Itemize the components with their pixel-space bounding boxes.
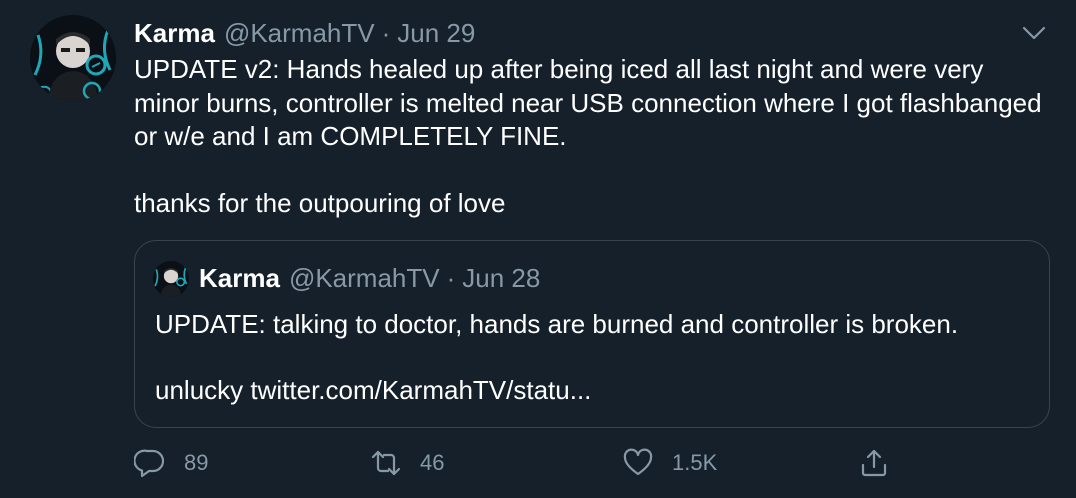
- quoted-tweet-date: Jun 28: [462, 262, 541, 293]
- tweet-text: UPDATE v2: Hands healed up after being i…: [134, 54, 1042, 218]
- like-button[interactable]: 1.5K: [622, 445, 717, 481]
- like-count: 1.5K: [672, 450, 718, 475]
- tweet-header: Karma @KarmahTV · Jun 29: [134, 17, 475, 49]
- quoted-avatar-image: [153, 261, 189, 297]
- share-button[interactable]: [858, 445, 890, 481]
- quoted-tweet-text: UPDATE: talking to doctor, hands are bur…: [155, 309, 959, 339]
- reply-count: 89: [184, 450, 209, 475]
- retweet-icon: [371, 450, 401, 476]
- quoted-tweet-link[interactable]: twitter.com/KarmahTV/statu...: [250, 375, 591, 405]
- retweet-count: 46: [420, 450, 445, 475]
- share-icon: [861, 449, 887, 477]
- quoted-author-handle: @KarmahTV: [288, 262, 440, 293]
- author-handle[interactable]: @KarmahTV: [224, 18, 375, 49]
- quoted-tweet-link-line: unlucky twitter.com/KarmahTV/statu...: [155, 374, 591, 407]
- quoted-header-separator: ·: [446, 262, 456, 293]
- reply-icon: [134, 449, 165, 478]
- quoted-tweet-header: Karma @KarmahTV · Jun 28: [199, 262, 540, 294]
- reply-button[interactable]: 89: [134, 445, 208, 481]
- quoted-link-prefix: unlucky: [155, 375, 251, 405]
- avatar-image: [30, 15, 116, 101]
- tweet-actions: 89 46 1.5K: [134, 445, 1034, 481]
- retweet-button[interactable]: 46: [370, 445, 444, 481]
- tweet-date[interactable]: Jun 29: [397, 18, 475, 49]
- quoted-author-avatar: [153, 261, 189, 297]
- chevron-down-icon[interactable]: [1022, 24, 1046, 42]
- quoted-author-name: Karma: [199, 262, 280, 293]
- quoted-tweet[interactable]: Karma @KarmahTV · Jun 28 UPDATE: talking…: [134, 240, 1050, 428]
- author-name[interactable]: Karma: [134, 18, 215, 49]
- header-separator: ·: [381, 17, 391, 48]
- tweet[interactable]: Karma @KarmahTV · Jun 29 UPDATE v2: Hand…: [0, 0, 1076, 498]
- author-avatar[interactable]: [30, 15, 116, 101]
- heart-icon: [623, 448, 653, 476]
